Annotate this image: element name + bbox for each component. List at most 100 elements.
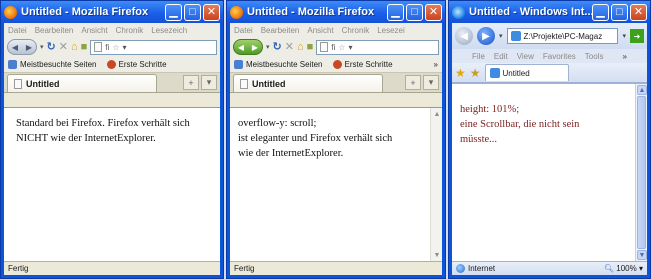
stop-icon[interactable]: ✕ bbox=[59, 41, 68, 53]
minimize-button[interactable]: ▁ bbox=[165, 3, 182, 21]
menu-datei[interactable]: Datei bbox=[234, 26, 253, 35]
history-dropdown-icon[interactable]: ▾ bbox=[499, 33, 503, 40]
star-icon[interactable]: ☆ bbox=[338, 43, 345, 52]
title-bar[interactable]: Untitled - Mozilla Firefox ▁ □ ✕ bbox=[227, 1, 445, 23]
address-text: Z:\Projekte\PC-Magaz bbox=[523, 31, 603, 41]
page-content: overflow-y: scroll; ist eleganter und Fi… bbox=[230, 107, 442, 261]
scroll-down-arrow-icon[interactable]: ▼ bbox=[432, 250, 442, 260]
bookmark-meistbesuchte[interactable]: Meistbesuchte Seiten bbox=[234, 60, 323, 69]
content-line: height: 101%; bbox=[460, 104, 520, 115]
status-text: Fertig bbox=[8, 264, 29, 273]
bookmark-icon[interactable]: ■ bbox=[81, 41, 88, 53]
back-forward-button[interactable]: ◀ ▶ bbox=[7, 39, 37, 55]
scroll-down-arrow-icon[interactable]: ▼ bbox=[637, 250, 647, 260]
close-button[interactable]: ✕ bbox=[203, 3, 220, 21]
maximize-button[interactable]: □ bbox=[611, 3, 628, 21]
reload-icon[interactable]: ↻ bbox=[273, 41, 282, 53]
back-icon: ◀ bbox=[11, 42, 19, 52]
page-content: Standard bei Firefox. Firefox verhält si… bbox=[4, 107, 220, 261]
favorites-star-icon[interactable]: ★ bbox=[455, 67, 466, 79]
forward-icon[interactable]: ▶ bbox=[477, 27, 495, 45]
history-dropdown-icon[interactable]: ▾ bbox=[266, 44, 270, 51]
title-bar[interactable]: Untitled - Mozilla Firefox ▁ □ ✕ bbox=[1, 1, 223, 23]
scroll-thumb[interactable] bbox=[637, 96, 646, 249]
home-icon[interactable]: ⌂ bbox=[297, 41, 304, 53]
bookmark-erste-schritte[interactable]: Erste Schritte bbox=[106, 60, 167, 69]
address-bar[interactable]: Z:\Projekte\PC-Magaz bbox=[506, 28, 619, 44]
menu-ansicht[interactable]: Ansicht bbox=[81, 26, 107, 35]
minimize-button[interactable]: ▁ bbox=[387, 3, 404, 21]
menu-ansicht[interactable]: Ansicht bbox=[307, 26, 333, 35]
dropdown-icon[interactable]: ▾ bbox=[348, 43, 352, 52]
maximize-button[interactable]: □ bbox=[184, 3, 201, 21]
url-bar[interactable]: fi ☆ ▾ bbox=[316, 39, 439, 55]
firefox-small-icon bbox=[332, 60, 342, 69]
minimize-button[interactable]: ▁ bbox=[592, 3, 609, 21]
menu-lesezeichen[interactable]: Lesezeich bbox=[151, 26, 187, 35]
status-bar: Internet 🔍︎ 100% ▾ bbox=[452, 261, 647, 275]
menu-overflow-button[interactable]: » bbox=[623, 52, 627, 61]
bookmarks-toolbar: Meistbesuchte Seiten Erste Schritte bbox=[4, 57, 220, 73]
menu-chronik[interactable]: Chronik bbox=[342, 26, 370, 35]
menu-lesezeichen[interactable]: Lesezei bbox=[377, 26, 405, 35]
menu-datei[interactable]: Datei bbox=[8, 26, 27, 35]
stop-icon[interactable]: ✕ bbox=[285, 41, 294, 53]
add-favorites-icon[interactable]: ★ bbox=[470, 67, 481, 79]
back-icon[interactable]: ◀ bbox=[455, 27, 473, 45]
content-line: ist eleganter und Firefox verhält sich bbox=[238, 133, 393, 145]
bookmark-icon[interactable]: ■ bbox=[307, 41, 314, 53]
bookmarks-overflow-button[interactable]: » bbox=[434, 60, 438, 69]
reload-icon[interactable]: ↻ bbox=[47, 41, 56, 53]
home-icon[interactable]: ⌂ bbox=[71, 41, 78, 53]
bookmark-label: Meistbesuchte Seiten bbox=[20, 60, 97, 69]
menu-bar: Datei Bearbeiten Ansicht Chronik Lesezei bbox=[230, 23, 442, 37]
status-text: Fertig bbox=[234, 264, 255, 273]
scroll-up-arrow-icon[interactable]: ▲ bbox=[637, 85, 647, 95]
new-tab-button[interactable]: + bbox=[405, 75, 421, 90]
close-button[interactable]: ✕ bbox=[630, 3, 647, 21]
back-forward-button[interactable]: ◀ ▶ bbox=[233, 39, 263, 55]
menu-chronik[interactable]: Chronik bbox=[116, 26, 144, 35]
tab-strip: Untitled + ▾ bbox=[230, 73, 442, 93]
menu-edit[interactable]: Edit bbox=[494, 52, 508, 61]
url-bar[interactable]: fi ☆ ▾ bbox=[90, 39, 217, 55]
zoom-control[interactable]: 🔍︎ 100% ▾ bbox=[604, 264, 643, 273]
tab-untitled[interactable]: Untitled bbox=[484, 64, 569, 81]
tab-row: ★ ★ Untitled bbox=[452, 63, 647, 83]
bookmark-label: Erste Schritte bbox=[118, 60, 167, 69]
zoom-level: 100% bbox=[616, 264, 637, 273]
forward-icon: ▶ bbox=[25, 42, 33, 52]
star-icon[interactable]: ☆ bbox=[112, 43, 119, 52]
browser-chrome: Datei Bearbeiten Ansicht Chronik Lesezei… bbox=[230, 23, 442, 275]
zoom-dropdown-icon: ▾ bbox=[638, 264, 643, 273]
maximize-button[interactable]: □ bbox=[406, 3, 423, 21]
tab-untitled[interactable]: Untitled bbox=[233, 74, 383, 92]
dropdown-icon[interactable]: ▾ bbox=[122, 43, 126, 52]
close-button[interactable]: ✕ bbox=[425, 3, 442, 21]
bookmark-erste-schritte[interactable]: Erste Schritte bbox=[332, 60, 393, 69]
browser-chrome: ◀ ▶ ▾ Z:\Projekte\PC-Magaz ▾ ➜ File Edit… bbox=[452, 23, 647, 275]
menu-bearbeiten[interactable]: Bearbeiten bbox=[261, 26, 300, 35]
ie-window: Untitled - Windows Int... ▁ □ ✕ ◀ ▶ ▾ Z:… bbox=[448, 0, 651, 279]
new-tab-button[interactable]: + bbox=[183, 75, 199, 90]
window-title: Untitled - Mozilla Firefox bbox=[247, 6, 375, 18]
folder-icon bbox=[234, 60, 243, 69]
menu-file[interactable]: File bbox=[472, 52, 485, 61]
menu-view[interactable]: View bbox=[517, 52, 534, 61]
tab-list-button[interactable]: ▾ bbox=[423, 75, 439, 90]
vertical-scrollbar[interactable]: ▲ ▼ bbox=[635, 84, 647, 261]
menu-favorites[interactable]: Favorites bbox=[543, 52, 576, 61]
menu-bearbeiten[interactable]: Bearbeiten bbox=[35, 26, 74, 35]
tab-list-button[interactable]: ▾ bbox=[201, 75, 217, 90]
address-dropdown-icon[interactable]: ▾ bbox=[622, 33, 626, 40]
title-bar[interactable]: Untitled - Windows Int... ▁ □ ✕ bbox=[449, 1, 650, 23]
status-bar: Fertig bbox=[230, 261, 442, 275]
go-icon[interactable]: ➜ bbox=[630, 29, 644, 43]
page-icon bbox=[240, 78, 248, 89]
bookmark-meistbesuchte[interactable]: Meistbesuchte Seiten bbox=[8, 60, 97, 69]
tab-untitled[interactable]: Untitled bbox=[7, 74, 157, 92]
history-dropdown-icon[interactable]: ▾ bbox=[40, 44, 44, 51]
menu-tools[interactable]: Tools bbox=[585, 52, 604, 61]
vertical-scrollbar[interactable]: ▲ ▼ bbox=[430, 108, 442, 261]
scroll-up-arrow-icon[interactable]: ▲ bbox=[432, 109, 442, 119]
